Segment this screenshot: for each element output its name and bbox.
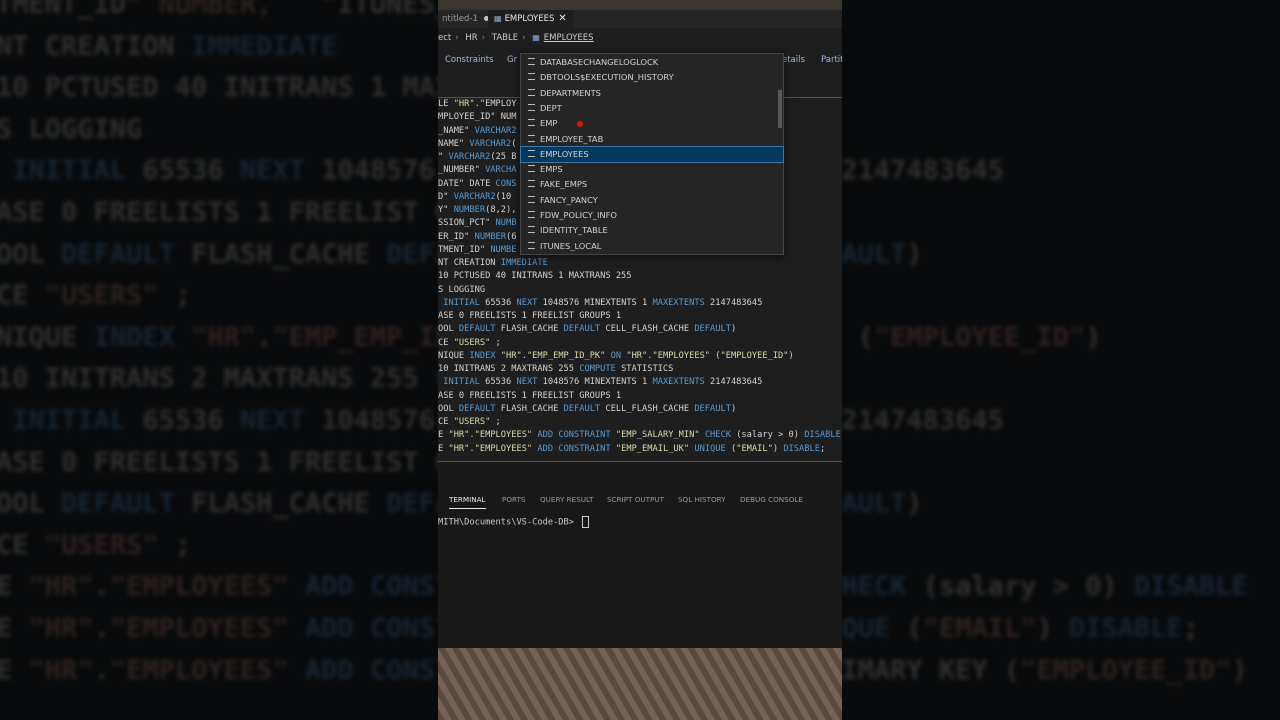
suggestion-label: DEPT bbox=[540, 102, 562, 113]
table-icon bbox=[528, 73, 535, 81]
table-icon bbox=[528, 180, 535, 188]
suggestion-label: EMP bbox=[540, 118, 558, 129]
suggestion-label: EMPS bbox=[540, 164, 563, 175]
table-icon bbox=[528, 88, 535, 96]
suggestion-item[interactable]: EMPS bbox=[521, 162, 783, 177]
code-line: 10 PCTUSED 40 INITRANS 1 MAXTRANS 255 bbox=[438, 271, 632, 282]
background-shade-left bbox=[0, 0, 438, 720]
suggestion-label: FAKE_EMPS bbox=[540, 179, 588, 190]
suggestion-item[interactable]: FANCY_PANCY bbox=[521, 193, 783, 208]
panel-tab-terminal[interactable]: TERMINAL bbox=[449, 492, 486, 509]
chevron-right-icon: › bbox=[481, 33, 486, 43]
table-icon: ▦ bbox=[532, 33, 540, 42]
suggestion-item[interactable]: FAKE_EMPS bbox=[521, 177, 783, 192]
suggestion-item[interactable]: ITUNES_LOCAL bbox=[521, 239, 783, 254]
table-icon bbox=[528, 134, 535, 142]
table-icon: ▦ bbox=[494, 14, 502, 23]
tab-untitled-label: ntitled-1 bbox=[442, 14, 478, 24]
background-shade-right bbox=[842, 0, 1280, 720]
code-line: 10 INITRANS 2 MAXTRANS 255 COMPUTE STATI… bbox=[438, 364, 674, 374]
suggestion-item[interactable]: EMP bbox=[521, 116, 783, 131]
code-line: CE "USERS" ; bbox=[438, 417, 501, 427]
tab-employees[interactable]: ▦ EMPLOYEES ✕ bbox=[488, 10, 573, 28]
table-icon bbox=[528, 195, 535, 203]
terminal-prompt[interactable]: MITH\Documents\VS-Code-DB> bbox=[438, 516, 590, 528]
code-line: ASE 0 FREELISTS 1 FREELIST GROUPS 1 bbox=[438, 390, 622, 401]
tab-employees-label: EMPLOYEES bbox=[504, 14, 555, 24]
code-line: ASE 0 FREELISTS 1 FREELIST GROUPS 1 bbox=[438, 311, 622, 321]
close-icon[interactable]: ✕ bbox=[558, 13, 566, 24]
suggestion-label: DEPARTMENTS bbox=[540, 87, 601, 98]
table-icon bbox=[528, 58, 535, 65]
code-line: NIQUE INDEX "HR"."EMP_EMP_ID_PK" ON "HR"… bbox=[438, 350, 794, 361]
code-line: CE "USERS" ; bbox=[438, 337, 501, 348]
suggestion-label: IDENTITY_TABLE bbox=[540, 225, 608, 236]
suggestion-item[interactable]: DEPT bbox=[521, 101, 783, 116]
suggestion-label: EMPLOYEES bbox=[540, 148, 589, 159]
tab-partitions[interactable]: Partiti bbox=[821, 52, 842, 68]
terminal-prompt-text: MITH\Documents\VS-Code-DB> bbox=[438, 517, 580, 528]
code-line: E "HR"."EMPLOYEES" ADD CONSTRAINT "EMP_E… bbox=[438, 443, 826, 454]
code-line: S LOGGING bbox=[438, 284, 486, 295]
suggestion-label: DATABASECHANGELOGLOCK bbox=[540, 57, 659, 67]
code-line: NT CREATION IMMEDIATE bbox=[438, 258, 548, 268]
terminal-cursor bbox=[582, 516, 590, 528]
bottom-strip bbox=[438, 648, 842, 720]
suggestion-label: FANCY_PANCY bbox=[540, 194, 598, 205]
suggestion-label: FDW_POLICY_INFO bbox=[540, 210, 617, 220]
suggestion-item[interactable]: DEPARTMENTS bbox=[521, 86, 783, 101]
panel-tab-sql-history[interactable]: SQL HISTORY bbox=[678, 492, 726, 508]
code-line: E "HR"."EMPLOYEES" ADD CONSTRAINT "EMP_S… bbox=[438, 430, 841, 441]
table-icon bbox=[528, 149, 535, 157]
top-strip bbox=[438, 0, 842, 10]
suggestion-item[interactable]: EMPLOYEE_TAB bbox=[521, 132, 783, 147]
suggestion-item[interactable]: DATABASECHANGELOGLOCK bbox=[521, 55, 783, 70]
chevron-right-icon: › bbox=[455, 33, 459, 43]
bottom-panel: TERMINAL PORTS QUERY RESULT SCRIPT OUTPUT SQ… bbox=[438, 462, 842, 648]
chevron-right-icon: › bbox=[522, 33, 526, 43]
suggestion-label: ITUNES_LOCAL bbox=[540, 240, 602, 251]
suggestion-label: DBTOOLS$EXECUTION_HISTORY bbox=[540, 72, 674, 83]
table-icon bbox=[528, 103, 535, 111]
code-line: OOL DEFAULT FLASH_CACHE DEFAULT CELL_FLA… bbox=[438, 324, 737, 335]
tab-grants[interactable]: Gr bbox=[507, 52, 517, 68]
suggestion-item[interactable]: IDENTITY_TABLE bbox=[521, 223, 783, 238]
code-line: INITIAL 65536 NEXT 1048576 MINEXTENTS 1 … bbox=[443, 377, 763, 388]
tab-untitled[interactable]: ntitled-1 bbox=[438, 10, 495, 28]
panel-tab-query-result[interactable]: QUERY RESULT bbox=[540, 492, 593, 508]
suggestion-label: EMPLOYEE_TAB bbox=[540, 133, 604, 144]
suggestion-item[interactable]: FDW_POLICY_INFO bbox=[521, 208, 783, 223]
editor-tab-bar: ntitled-1 ▦ EMPLOYEES ✕ bbox=[438, 10, 842, 28]
panel-tab-debug-console[interactable]: DEBUG CONSOLE bbox=[740, 492, 803, 508]
editor-window: ntitled-1 ▦ EMPLOYEES ✕ ect › HR › TABLE › ▦ E… bbox=[438, 0, 842, 720]
suggestion-item[interactable]: DBTOOLS$EXECUTION_HISTORY bbox=[521, 70, 783, 85]
panel-tabs: TERMINAL PORTS QUERY RESULT SCRIPT OUTPUT SQ… bbox=[438, 492, 842, 509]
tab-details[interactable]: etails bbox=[782, 52, 805, 68]
panel-tab-ports[interactable]: PORTS bbox=[502, 492, 525, 508]
table-icon bbox=[528, 226, 535, 234]
breadcrumb-item[interactable]: ect bbox=[438, 33, 451, 43]
breadcrumb-item[interactable]: TABLE bbox=[492, 33, 518, 43]
breadcrumb-item[interactable]: EMPLOYEES bbox=[544, 33, 594, 43]
code-line: OOL DEFAULT FLASH_CACHE DEFAULT CELL_FLA… bbox=[438, 403, 737, 414]
panel-tab-script-output[interactable]: SCRIPT OUTPUT bbox=[607, 492, 664, 508]
breadcrumb: ect › HR › TABLE › ▦ EMPLOYEES bbox=[438, 30, 842, 46]
suggestion-item[interactable]: EMPLOYEES bbox=[520, 145, 784, 164]
table-icon bbox=[528, 119, 535, 127]
autocomplete-widget: DATABASECHANGELOGLOCK DBTOOLS$EXECUTION_H… bbox=[520, 53, 784, 255]
table-icon bbox=[528, 211, 535, 218]
table-icon bbox=[528, 241, 535, 249]
tab-constraints[interactable]: Constraints bbox=[445, 52, 494, 68]
breakpoint-dot-icon bbox=[577, 121, 583, 128]
breadcrumb-item[interactable]: HR bbox=[465, 33, 477, 43]
code-line: INITIAL 65536 NEXT 1048576 MINEXTENTS 1 … bbox=[443, 297, 763, 308]
table-icon bbox=[528, 165, 535, 173]
